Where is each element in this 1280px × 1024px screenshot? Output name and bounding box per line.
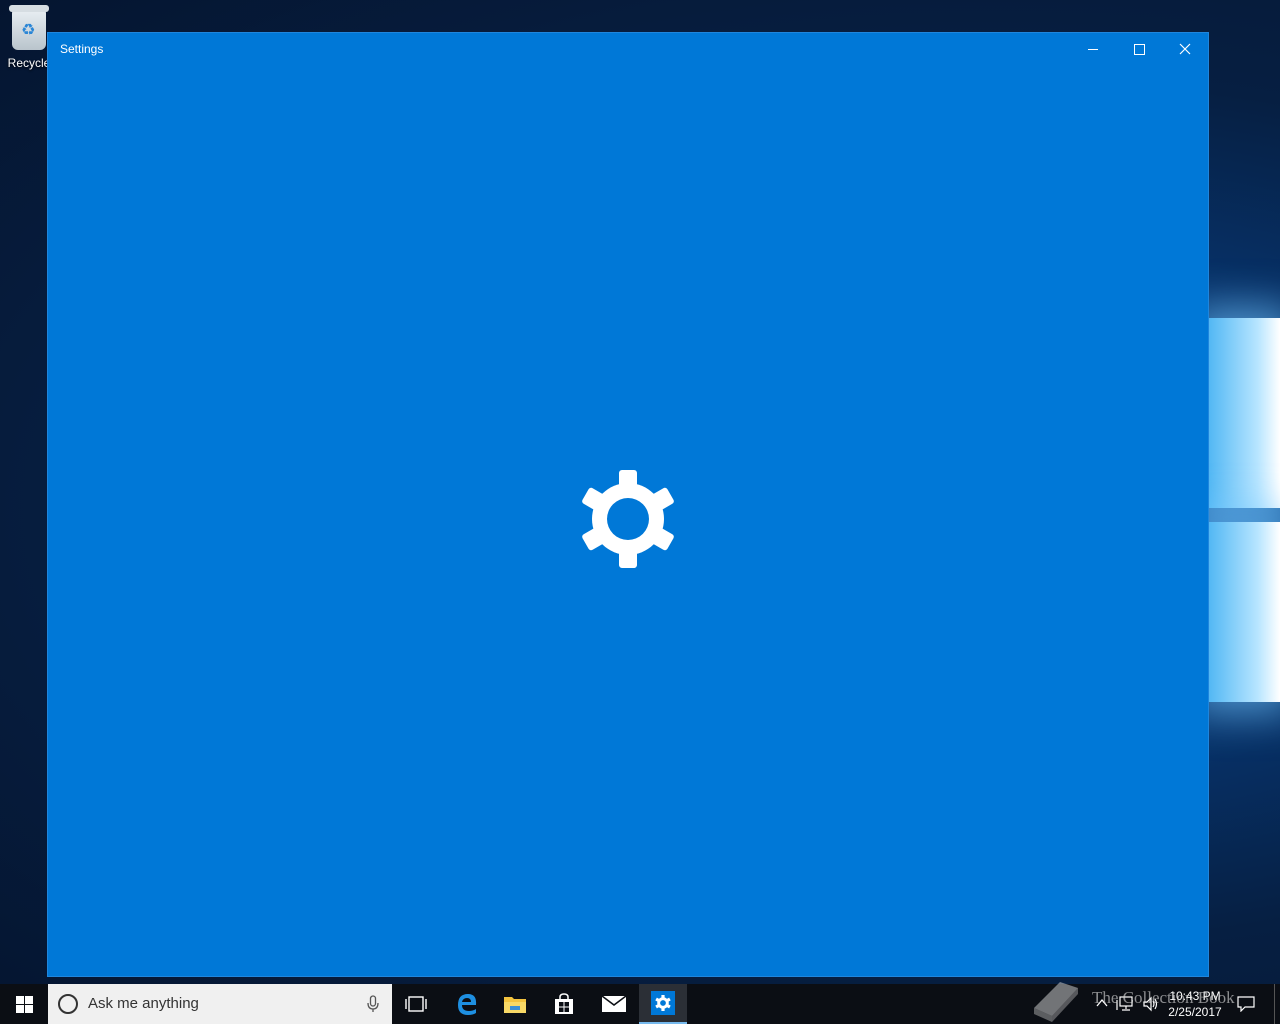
watermark-book-icon xyxy=(1034,982,1078,1022)
minimize-button[interactable] xyxy=(1070,33,1116,65)
show-desktop-divider[interactable] xyxy=(1274,984,1275,1024)
task-view-icon xyxy=(405,996,427,1012)
close-button[interactable] xyxy=(1162,33,1208,65)
mail-icon xyxy=(601,995,627,1012)
taskbar: 10:43 PM 2/25/2017 xyxy=(0,984,1280,1024)
search-input[interactable] xyxy=(88,984,348,1024)
taskbar-edge-button[interactable] xyxy=(443,984,491,1024)
taskbar-store-button[interactable] xyxy=(540,984,588,1024)
watermark-text: The Collection Book xyxy=(1092,988,1235,1007)
start-button[interactable] xyxy=(0,984,48,1024)
window-title: Settings xyxy=(60,42,104,56)
gear-icon xyxy=(582,470,674,568)
cortana-search-box[interactable] xyxy=(48,984,392,1024)
taskbar-settings-button[interactable] xyxy=(639,984,687,1024)
windows-start-icon xyxy=(15,995,33,1013)
taskbar-mail-button[interactable] xyxy=(590,984,638,1024)
gear-icon xyxy=(655,995,671,1011)
task-view-button[interactable] xyxy=(392,984,440,1024)
microphone-icon[interactable] xyxy=(364,995,382,1013)
windows-wallpaper-logo xyxy=(1205,300,1280,720)
settings-window[interactable]: Settings xyxy=(47,32,1209,977)
recycle-bin-icon: ♻ xyxy=(9,5,49,50)
store-icon xyxy=(555,993,573,1014)
close-icon xyxy=(1179,43,1191,55)
action-center-icon xyxy=(1237,996,1255,1012)
taskbar-file-explorer-button[interactable] xyxy=(491,984,539,1024)
maximize-icon xyxy=(1133,43,1145,55)
title-bar[interactable]: Settings xyxy=(48,33,1208,65)
folder-icon xyxy=(504,997,526,1013)
minimize-icon xyxy=(1088,48,1098,50)
edge-icon xyxy=(458,994,477,1015)
cortana-icon xyxy=(58,994,78,1014)
maximize-button[interactable] xyxy=(1116,33,1162,65)
